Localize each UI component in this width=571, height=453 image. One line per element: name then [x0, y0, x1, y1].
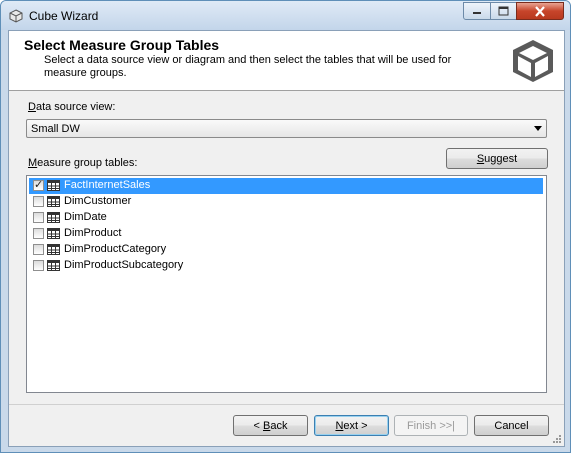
- table-icon: [47, 196, 60, 207]
- maximize-icon: [498, 6, 509, 16]
- checkbox-icon[interactable]: [33, 178, 44, 191]
- measure-group-tables-label: Measure group tables:: [28, 157, 137, 169]
- data-source-view-label-access-key: D: [28, 101, 36, 113]
- cube-wizard-icon: [9, 9, 23, 23]
- wizard-client-area: Select Measure Group Tables Select a dat…: [8, 30, 565, 447]
- dropdown-arrow-icon: [534, 126, 542, 131]
- close-button[interactable]: [516, 2, 564, 20]
- maximize-button[interactable]: [490, 2, 517, 20]
- checkbox-icon[interactable]: [33, 196, 44, 207]
- measure-group-tables-label-access-key: M: [28, 157, 38, 169]
- cube-logo-icon: [513, 40, 553, 82]
- table-icon: [47, 212, 60, 223]
- data-source-view-dropdown[interactable]: Small DW: [26, 119, 547, 138]
- list-item[interactable]: DimProductCategory: [29, 242, 543, 258]
- list-item-label: FactInternetSales: [64, 179, 151, 191]
- back-label: ack: [270, 419, 288, 432]
- page-title: Select Measure Group Tables: [24, 37, 220, 53]
- data-source-view-value: Small DW: [31, 123, 80, 135]
- title-bar[interactable]: Cube Wizard: [1, 1, 570, 30]
- next-button[interactable]: Next >: [314, 415, 389, 436]
- list-item-label: DimProductSubcategory: [64, 259, 184, 271]
- list-item[interactable]: DimDate: [29, 210, 543, 226]
- minimize-icon: [473, 12, 481, 14]
- list-item[interactable]: FactInternetSales: [29, 178, 543, 194]
- checkbox-icon[interactable]: [33, 244, 44, 255]
- list-item[interactable]: DimCustomer: [29, 194, 543, 210]
- close-icon: [535, 5, 545, 17]
- suggest-access-key: S: [476, 152, 485, 165]
- page-description: Select a data source view or diagram and…: [44, 54, 452, 79]
- table-icon: [47, 260, 60, 271]
- next-access-key: N: [335, 419, 344, 432]
- measure-group-tables-label-text: easure group tables:: [37, 157, 138, 169]
- back-button[interactable]: < Back: [233, 415, 308, 436]
- suggest-button[interactable]: Suggest: [446, 148, 548, 169]
- suggest-label: uggest: [484, 152, 518, 165]
- checkbox-icon[interactable]: [33, 228, 44, 239]
- minimize-button[interactable]: [463, 2, 491, 20]
- table-icon: [47, 228, 60, 239]
- list-item[interactable]: DimProductSubcategory: [29, 258, 543, 274]
- checkbox-icon[interactable]: [33, 260, 44, 271]
- next-label: ext >: [343, 419, 368, 432]
- back-prefix: <: [253, 419, 263, 432]
- back-access-key: B: [263, 419, 271, 432]
- checkbox-icon[interactable]: [33, 212, 44, 223]
- cube-wizard-window: Cube Wizard Select Measure Group Tables …: [0, 0, 571, 453]
- finish-button: Finish >>|: [394, 415, 468, 436]
- table-icon: [47, 244, 60, 255]
- resize-grip-icon[interactable]: [552, 434, 562, 444]
- measure-group-tables-list[interactable]: FactInternetSales DimCustomer DimDate Di…: [26, 175, 547, 393]
- data-source-view-label-text: ata source view:: [35, 101, 116, 113]
- list-item-label: DimProductCategory: [64, 243, 167, 255]
- list-item-label: DimProduct: [64, 227, 122, 239]
- list-item[interactable]: DimProduct: [29, 226, 543, 242]
- window-title: Cube Wizard: [29, 9, 99, 23]
- list-item-label: DimDate: [64, 211, 107, 223]
- data-source-view-label: Data source view:: [28, 101, 115, 113]
- cancel-button[interactable]: Cancel: [474, 415, 549, 436]
- wizard-header: Select Measure Group Tables Select a dat…: [9, 31, 564, 91]
- list-item-label: DimCustomer: [64, 195, 132, 207]
- table-icon: [47, 180, 60, 191]
- footer-divider: [9, 404, 564, 405]
